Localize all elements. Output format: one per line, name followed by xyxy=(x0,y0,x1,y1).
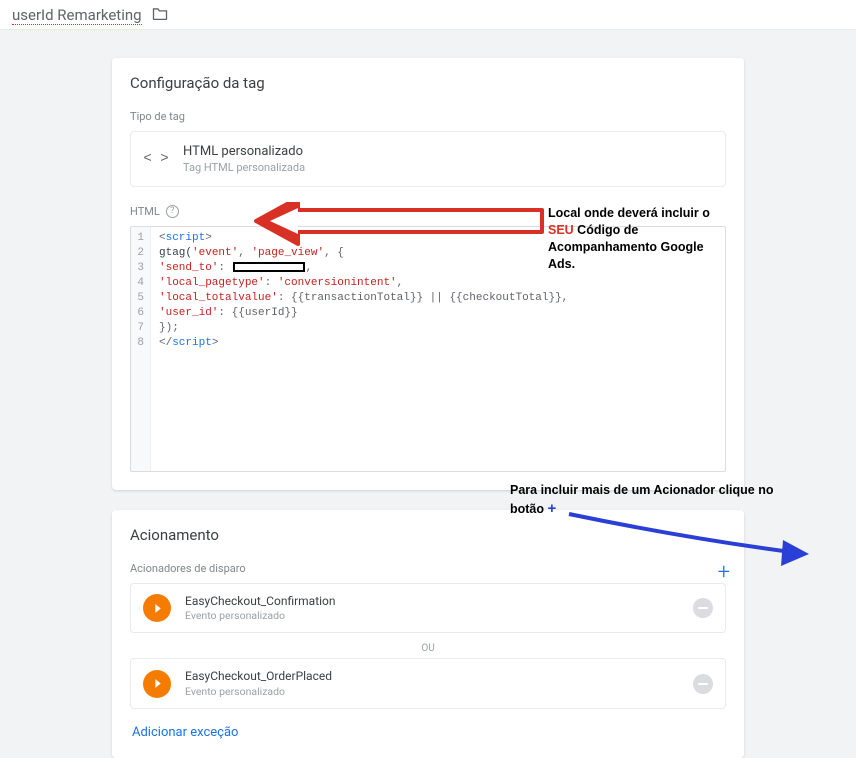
trigger-name: EasyCheckout_OrderPlaced xyxy=(185,669,332,685)
trigger-title: Acionamento xyxy=(130,526,726,544)
trigger-name: EasyCheckout_Confirmation xyxy=(185,594,336,610)
trigger-event-icon xyxy=(143,594,171,622)
tagtype-name: HTML personalizado xyxy=(183,144,305,161)
code-icon: < > xyxy=(145,148,167,170)
tagtype-sub: Tag HTML personalizada xyxy=(183,161,305,174)
triggers-label: Acionadores de disparo xyxy=(130,562,726,575)
redacted-box xyxy=(233,262,305,272)
annotation-blue: Para incluir mais de um Acionador clique… xyxy=(510,482,800,519)
code-gutter: 12345678 xyxy=(131,227,151,471)
help-icon[interactable]: ? xyxy=(166,205,179,218)
or-separator: ou xyxy=(130,639,726,658)
folder-icon[interactable] xyxy=(152,6,168,24)
add-exception-link[interactable]: Adicionar exceção xyxy=(130,715,726,740)
trigger-event-icon xyxy=(143,670,171,698)
trigger-sub: Evento personalizado xyxy=(185,609,336,622)
remove-trigger-button[interactable] xyxy=(693,674,713,694)
canvas: Configuração da tag Tipo de tag < > HTML… xyxy=(0,30,856,758)
trigger-row[interactable]: EasyCheckout_OrderPlaced Evento personal… xyxy=(130,658,726,709)
tagtype-label: Tipo de tag xyxy=(130,110,726,123)
page-title: userId Remarketing xyxy=(12,6,142,24)
remove-trigger-button[interactable] xyxy=(693,598,713,618)
tag-config-card: Configuração da tag Tipo de tag < > HTML… xyxy=(112,58,744,490)
add-trigger-button[interactable]: + xyxy=(718,562,730,584)
trigger-row[interactable]: EasyCheckout_Confirmation Evento persona… xyxy=(130,583,726,634)
trigger-sub: Evento personalizado xyxy=(185,685,332,698)
tag-config-title: Configuração da tag xyxy=(130,74,726,92)
annotation-red: Local onde deverá incluir o SEU Código d… xyxy=(548,205,718,273)
tagtype-row[interactable]: < > HTML personalizado Tag HTML personal… xyxy=(130,131,726,187)
page-header: userId Remarketing xyxy=(0,0,856,30)
